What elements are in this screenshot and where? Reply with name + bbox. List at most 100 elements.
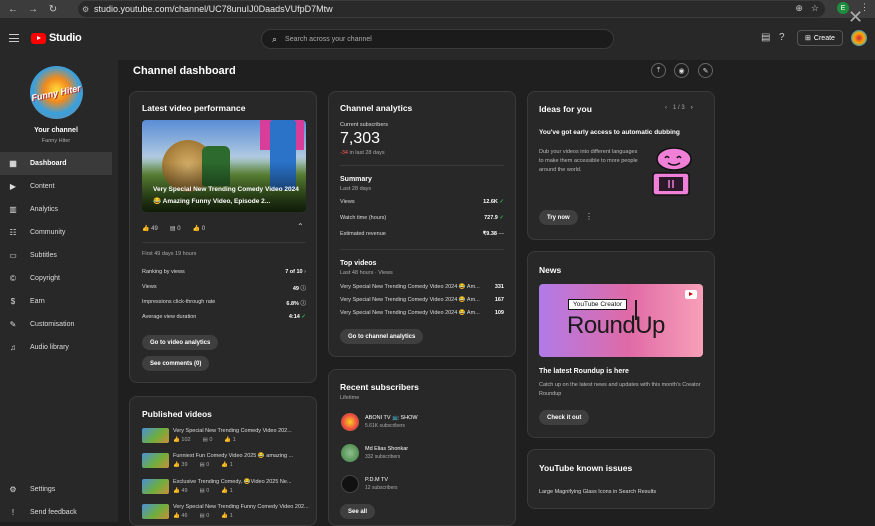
go-live-icon[interactable]: ◉ xyxy=(674,63,689,78)
sidebar-item-label: Copyright xyxy=(30,275,60,282)
channel-avatar[interactable]: Funny Hiter xyxy=(30,66,83,119)
see-all-button[interactable]: See all xyxy=(340,504,376,519)
list-item[interactable]: Very Special New Trending Funny Comedy V… xyxy=(142,504,309,519)
subscriber-name: ABONI TV 📺 SHOW xyxy=(365,415,418,421)
stat-thumb: 👍 0 xyxy=(193,225,206,232)
sidebar-item-copyright[interactable]: © Copyright xyxy=(0,267,112,290)
messages-icon[interactable]: ▤ xyxy=(761,32,770,43)
top-video-row[interactable]: Very Special New Trending Comedy Video 2… xyxy=(340,297,504,303)
site-info-icon[interactable]: ⚙ xyxy=(82,5,89,14)
chevron-up-icon[interactable]: ⌃ xyxy=(297,222,304,231)
avatar xyxy=(341,444,359,462)
search-placeholder: Search across your channel xyxy=(285,35,372,43)
subscriber-count: 12 subscribers xyxy=(365,485,398,491)
views-stat: 👍 39 xyxy=(173,462,188,468)
known-issue-item[interactable]: Large Magnifying Glass Icons in Search R… xyxy=(539,489,656,495)
sidebar-item-label: Settings xyxy=(30,486,56,493)
menu-icon[interactable] xyxy=(9,34,19,42)
browser-toolbar: ← → ↻ ⚙ studio.youtube.com/channel/UC78u… xyxy=(0,0,875,18)
video-title: Funniest Fun Comedy Video 2025 😂 amazing… xyxy=(173,453,294,459)
summary-period: Last 28 days xyxy=(340,186,372,192)
news-card: News YouTube Creator RoundUp The latest … xyxy=(527,251,715,438)
try-now-button[interactable]: Try now xyxy=(539,210,578,225)
video-thumbnail[interactable]: Very Special New Trending Comedy Video 2… xyxy=(142,120,306,212)
thumb-up-outline-icon: 👍 xyxy=(192,226,201,232)
sidebar-item-send-feedback[interactable]: ! Send feedback xyxy=(0,501,112,524)
subscriber-change: -34 in last 28 days xyxy=(340,150,385,156)
likes-count: 49 xyxy=(151,226,158,232)
thumb-up-icon: 👍 xyxy=(221,513,229,519)
video-stats: 👍 49 ▤ 0 👍 0 xyxy=(142,225,205,232)
sidebar-item-community[interactable]: ☷ Community xyxy=(0,221,112,244)
sidebar-item-label: Audio library xyxy=(30,344,69,351)
sidebar-bottom: ⚙ Settings ! Send feedback xyxy=(0,478,112,524)
create-button[interactable]: ⊞ Create xyxy=(797,30,843,46)
upload-icon[interactable]: ⤒ xyxy=(651,63,666,78)
dubbing-robot-icon xyxy=(652,147,692,196)
account-avatar[interactable] xyxy=(851,30,867,46)
likes-stat: 👍 1 xyxy=(221,462,233,468)
go-to-channel-analytics-button[interactable]: Go to channel analytics xyxy=(340,329,424,344)
sidebar-item-settings[interactable]: ⚙ Settings xyxy=(0,478,112,501)
divider xyxy=(340,165,504,166)
sidebar-item-audio-library[interactable]: ♫ Audio library xyxy=(0,336,112,359)
check-it-out-button[interactable]: Check it out xyxy=(539,410,590,425)
list-item[interactable]: Funniest Fun Comedy Video 2025 😂 amazing… xyxy=(142,453,293,468)
sidebar-item-label: Send feedback xyxy=(30,509,77,516)
address-bar[interactable]: ⚙ studio.youtube.com/channel/UC78unuIJ0D… xyxy=(78,1,825,17)
metric-value: 4:14 ✓ xyxy=(288,314,306,320)
top-video-row[interactable]: Very Special New Trending Comedy Video 2… xyxy=(340,310,504,316)
studio-logo[interactable]: Studio xyxy=(31,32,82,44)
card-title: Published videos xyxy=(142,409,212,419)
sidebar-item-earn[interactable]: $ Earn xyxy=(0,290,112,313)
sidebar-item-analytics[interactable]: ▥ Analytics xyxy=(0,198,112,221)
metric-row-ranking[interactable]: Ranking by views 7 of 10 › xyxy=(142,269,306,275)
info-icon: ⓘ xyxy=(300,286,306,292)
sidebar-item-subtitles[interactable]: ▭ Subtitles xyxy=(0,244,112,267)
list-item[interactable]: P.D.M TV 12 subscribers xyxy=(341,475,398,493)
dash-icon: — xyxy=(498,231,505,237)
current-subscribers-label: Current subscribers xyxy=(340,122,388,128)
create-post-icon[interactable]: ✎ xyxy=(698,63,713,78)
comment-icon: ▤ xyxy=(199,513,205,519)
your-channel-label: Your channel xyxy=(34,127,78,134)
more-options-icon[interactable]: ⋮ xyxy=(585,212,593,221)
video-thumbnail xyxy=(142,428,169,443)
comment-icon: ▤ xyxy=(202,437,208,443)
ideas-pager: ‹ 1 / 3 › xyxy=(665,105,693,111)
reload-icon[interactable]: ↻ xyxy=(46,2,60,16)
list-item[interactable]: Very Special New Trending Comedy Video 2… xyxy=(142,428,292,443)
search-input[interactable]: ⌕ Search across your channel xyxy=(261,29,614,49)
summary-row-revenue: Estimated revenue ₹9.38 — xyxy=(340,231,504,237)
metric-label: Views xyxy=(142,284,157,290)
sidebar-item-content[interactable]: ▶ Content xyxy=(0,175,112,198)
go-to-video-analytics-button[interactable]: Go to video analytics xyxy=(142,335,219,350)
chevron-left-icon[interactable]: ‹ xyxy=(665,105,667,111)
sidebar-item-label: Community xyxy=(30,229,66,236)
analytics-icon: ▥ xyxy=(9,205,17,214)
comment-icon: ▤ xyxy=(199,462,205,468)
top-video-row[interactable]: Very Special New Trending Comedy Video 2… xyxy=(340,284,504,290)
card-title: Recent subscribers xyxy=(340,382,419,392)
subscriber-count: 5.61K subscribers xyxy=(365,423,406,429)
url-text: studio.youtube.com/channel/UC78unuIJ0Daa… xyxy=(94,4,333,14)
back-icon[interactable]: ← xyxy=(6,2,20,16)
close-icon[interactable]: ✕ xyxy=(848,8,863,26)
see-comments-button[interactable]: See comments (0) xyxy=(142,356,210,371)
help-icon[interactable]: ? xyxy=(779,32,785,43)
news-image[interactable]: YouTube Creator RoundUp xyxy=(539,284,703,357)
bookmark-star-icon[interactable]: ☆ xyxy=(811,3,819,14)
forward-icon[interactable]: → xyxy=(26,2,40,16)
zoom-icon[interactable]: ⊕ xyxy=(795,3,803,14)
list-item[interactable]: Exclusive Trending Comedy, 😂Video 2025 N… xyxy=(142,479,292,494)
list-item[interactable]: Md Elias Shonkar 332 subscribers xyxy=(341,444,408,462)
sidebar-item-customisation[interactable]: ✎ Customisation xyxy=(0,313,112,336)
summary-row-views: Views 12.6K ✓ xyxy=(340,199,504,205)
card-title: Latest video performance xyxy=(142,103,246,113)
news-image-label: YouTube Creator xyxy=(568,299,628,310)
sidebar-item-dashboard[interactable]: ▦ Dashboard xyxy=(0,152,112,175)
likes-stat: 👍 1 xyxy=(221,513,233,519)
thumb-up-icon: 👍 xyxy=(224,437,232,443)
chevron-right-icon[interactable]: › xyxy=(691,105,693,111)
list-item[interactable]: ABONI TV 📺 SHOW 5.61K subscribers xyxy=(341,413,418,431)
